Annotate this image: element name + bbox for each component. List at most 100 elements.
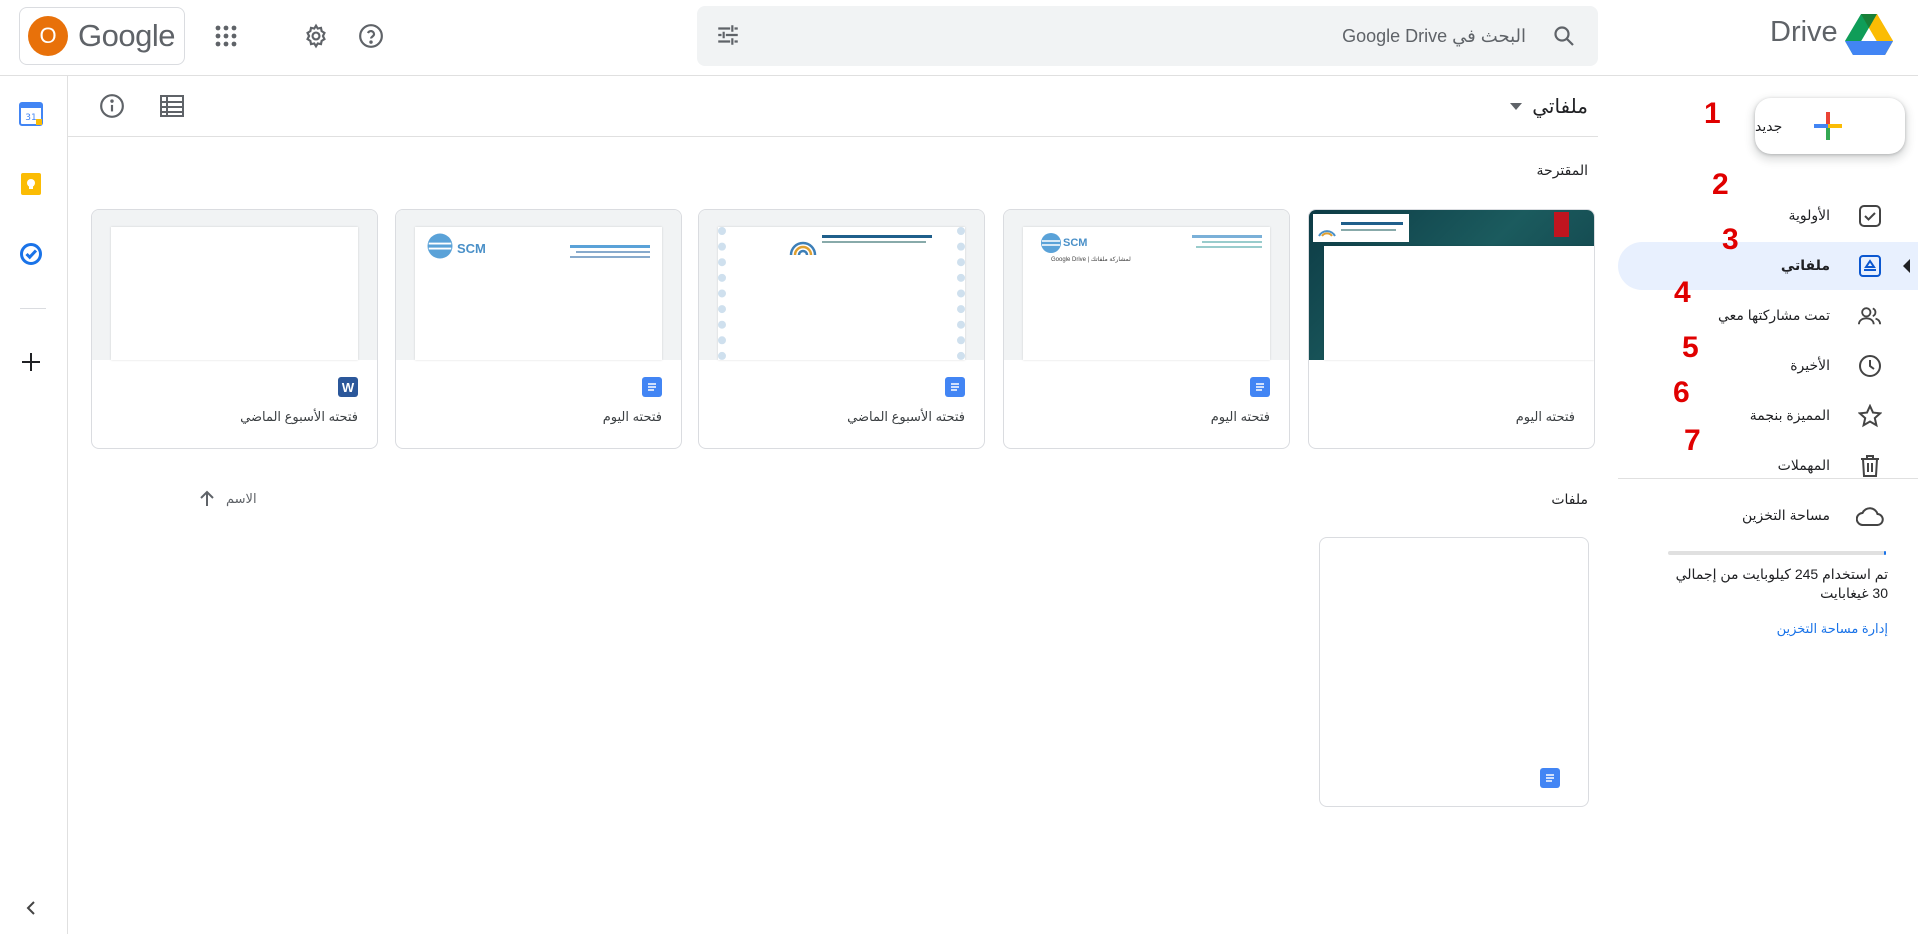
- google-drive-logo-icon[interactable]: [1845, 14, 1893, 62]
- card-caption: فتحته الأسبوع الماضي: [240, 409, 358, 424]
- nav-item-priority[interactable]: الأولوية: [1618, 192, 1918, 240]
- suggested-file-card[interactable]: W فتحته الأسبوع الماضي: [91, 209, 378, 449]
- file-thumbnail: SCM: [396, 210, 681, 360]
- nav-item-starred[interactable]: المميزة بنجمة: [1618, 392, 1918, 440]
- nav-item-trash[interactable]: المهملات: [1618, 442, 1918, 490]
- nav-item-my-drive[interactable]: ملفاتي: [1618, 242, 1918, 290]
- sort-label[interactable]: الاسم: [226, 491, 257, 507]
- google-wordmark: Google: [78, 18, 175, 53]
- file-thumbnail: [92, 210, 377, 360]
- card-caption: فتحته اليوم: [1210, 409, 1270, 424]
- google-account-chip[interactable]: O Google: [19, 7, 185, 65]
- storage-usage-text: تم استخدام 245 كيلوبايت من إجمالي 30 غيغ…: [1675, 566, 1888, 601]
- search-icon[interactable]: [1552, 24, 1576, 53]
- sort-control[interactable]: الاسم: [198, 490, 257, 508]
- nav-label: ملفاتي: [1780, 257, 1830, 273]
- cloud-icon: [1856, 504, 1884, 528]
- star-icon: [1858, 404, 1882, 428]
- calendar-icon[interactable]: 31: [17, 100, 45, 128]
- list-view-icon[interactable]: [156, 90, 188, 122]
- suggested-file-card[interactable]: SCM Google Drive | لمشاركة ملفاتك فتحته …: [1003, 209, 1290, 449]
- add-app-icon[interactable]: [17, 348, 45, 376]
- nav-label: الأولوية: [1788, 207, 1830, 223]
- annotation-number: 1: [1704, 97, 1721, 130]
- word-file-icon: W: [338, 377, 358, 397]
- navigation-drawer: جديد الأولوية ملفاتي تمت مشاركتها معي ال…: [1618, 76, 1918, 934]
- annotation-number: 2: [1712, 168, 1729, 201]
- google-docs-icon: [945, 377, 965, 397]
- suggested-file-card[interactable]: فتحته الأسبوع الماضي: [698, 209, 985, 449]
- help-icon[interactable]: [353, 18, 389, 54]
- annotation-number: 3: [1722, 223, 1739, 256]
- avatar[interactable]: O: [28, 16, 68, 56]
- thumbnail-page: [111, 227, 358, 360]
- nav-item-recent[interactable]: الأخيرة: [1618, 342, 1918, 390]
- thumbnail-page: SCM: [415, 227, 662, 360]
- search-bar: [697, 6, 1598, 66]
- side-panel: 31: [0, 76, 68, 934]
- card-caption: فتحته اليوم: [602, 409, 662, 424]
- nav-divider: [1618, 478, 1918, 479]
- storage-progress-bar: [1668, 551, 1886, 555]
- thumbnail-page: SCM Google Drive | لمشاركة ملفاتك: [1023, 227, 1270, 360]
- file-thumbnail: [1309, 210, 1594, 360]
- tasks-icon[interactable]: [17, 240, 45, 268]
- annotation-number: 6: [1673, 376, 1690, 409]
- gear-icon[interactable]: [298, 18, 334, 54]
- priority-icon: [1858, 204, 1882, 228]
- strip-divider: [20, 308, 46, 309]
- file-tile[interactable]: [1319, 537, 1589, 807]
- manage-storage-link[interactable]: إدارة مساحة التخزين: [1777, 621, 1888, 637]
- top-bar: O Google البحث في Google Drive Drive: [0, 0, 1918, 76]
- nav-label: مساحة التخزين: [1742, 507, 1830, 523]
- info-icon[interactable]: [96, 90, 128, 122]
- scm-logo-icon: [1041, 233, 1061, 253]
- thumbnail-page: [718, 227, 965, 360]
- nav-label: تمت مشاركتها معي: [1717, 307, 1830, 323]
- arrow-up-icon[interactable]: [198, 490, 216, 508]
- apps-grid-icon[interactable]: [208, 18, 244, 54]
- nav-label: الأخيرة: [1790, 357, 1830, 373]
- main-content: ملفاتي المقترحة فتحته اليوم SCM Google D…: [68, 76, 1598, 934]
- annotation-number: 5: [1682, 331, 1699, 364]
- thumbnail-header: [1313, 214, 1409, 242]
- annotation-number: 4: [1674, 276, 1691, 309]
- nav-label: المهملات: [1777, 457, 1830, 473]
- logo-arcs-icon: [789, 241, 817, 256]
- file-thumbnail: [699, 210, 984, 360]
- file-thumbnail: SCM Google Drive | لمشاركة ملفاتك: [1004, 210, 1289, 360]
- google-docs-icon: [1250, 377, 1270, 397]
- plus-icon: [1814, 112, 1843, 140]
- content-toolbar: ملفاتي: [68, 76, 1598, 137]
- suggested-section-title: المقترحة: [1536, 162, 1588, 178]
- thumbnail-bookmark: [1554, 212, 1569, 237]
- card-caption: فتحته اليوم: [1515, 409, 1575, 424]
- shared-icon: [1858, 304, 1882, 328]
- scm-logo-icon: [427, 233, 453, 259]
- nav-label: المميزة بنجمة: [1749, 407, 1830, 423]
- new-button[interactable]: جديد: [1755, 98, 1905, 154]
- card-caption: فتحته الأسبوع الماضي: [847, 409, 965, 424]
- trash-icon: [1858, 454, 1882, 478]
- new-button-label: جديد: [1755, 117, 1783, 134]
- nav-item-storage[interactable]: مساحة التخزين: [1618, 492, 1918, 540]
- suggested-file-card[interactable]: فتحته اليوم: [1308, 209, 1595, 449]
- google-docs-icon: [1540, 768, 1560, 788]
- nav-item-shared-with-me[interactable]: تمت مشاركتها معي: [1618, 292, 1918, 340]
- thumbnail-logo-text: SCM: [457, 241, 486, 256]
- keep-icon[interactable]: [17, 170, 45, 198]
- recent-icon: [1858, 354, 1882, 378]
- thumbnail-page: [1324, 246, 1594, 360]
- expand-arrow-icon[interactable]: [1903, 259, 1910, 273]
- breadcrumb[interactable]: ملفاتي: [1510, 94, 1588, 119]
- annotation-number: 7: [1684, 424, 1701, 457]
- my-drive-icon: [1858, 254, 1882, 278]
- chevron-down-icon: [1510, 102, 1523, 110]
- files-section-title: ملفات: [1551, 491, 1588, 507]
- collapse-panel-icon[interactable]: [17, 894, 45, 922]
- search-options-icon[interactable]: [715, 22, 741, 53]
- google-docs-icon: [642, 377, 662, 397]
- breadcrumb-label: ملفاتي: [1532, 96, 1588, 118]
- search-input[interactable]: [766, 6, 1526, 66]
- suggested-file-card[interactable]: SCM فتحته اليوم: [395, 209, 682, 449]
